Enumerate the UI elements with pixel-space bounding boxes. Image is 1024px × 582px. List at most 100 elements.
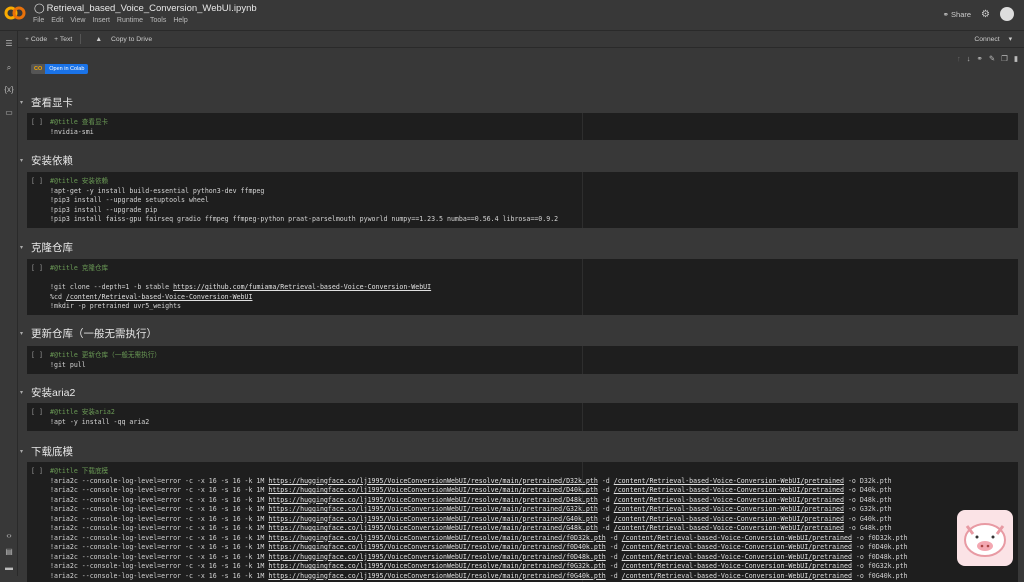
copy-to-drive-button[interactable]: ▲ Copy to Drive (88, 36, 152, 43)
menu-edit[interactable]: Edit (51, 17, 63, 24)
run-cell-button[interactable]: [ ] (31, 264, 43, 272)
code-cell[interactable]: [ ] #@title 更新仓库（一般无需执行） !git pull (27, 346, 1018, 374)
code-link[interactable]: https://huggingface.co/lj1995/VoiceConve… (268, 477, 598, 485)
code-text: !aria2c --console-log-level=error -c -x … (50, 552, 269, 561)
code-link[interactable]: https://huggingface.co/lj1995/VoiceConve… (268, 524, 598, 532)
run-cell-button[interactable]: [ ] (31, 177, 43, 185)
code-editor[interactable]: #@title 更新仓库（一般无需执行） !git pull (50, 351, 161, 370)
pig-mascot-sticker (957, 510, 1013, 566)
share-button[interactable]: ⚭ Share (943, 10, 971, 19)
code-link[interactable]: /content/Retrieval-based-Voice-Conversio… (622, 553, 852, 561)
code-text: !mkdir -p pretrained uvr5_weights (50, 302, 182, 310)
code-link[interactable]: /content/Retrieval-based-Voice-Conversio… (66, 293, 253, 301)
settings-gear-icon[interactable]: ⚙ (981, 9, 990, 20)
toc-icon[interactable]: ☰ (4, 39, 14, 49)
section-heading[interactable]: ▾ 下载底模 (20, 444, 73, 459)
code-link[interactable]: /content/Retrieval-based-Voice-Conversio… (622, 543, 852, 551)
variables-icon[interactable]: {x} (4, 85, 14, 95)
collapse-triangle-icon[interactable]: ▾ (20, 389, 31, 396)
collapse-triangle-icon[interactable]: ▾ (20, 330, 31, 337)
run-cell-button[interactable]: [ ] (31, 351, 43, 359)
move-up-icon[interactable]: ↑ (957, 54, 961, 63)
drive-icon: ▲ (95, 35, 104, 43)
link-icon: ⚭ (942, 9, 952, 19)
code-line: !aria2c --console-log-level=error -c -x … (50, 533, 908, 542)
menu-help[interactable]: Help (173, 17, 187, 24)
section-heading[interactable]: ▾ 克隆仓库 (20, 240, 73, 255)
code-line: !aria2c --console-log-level=error -c -x … (50, 543, 908, 551)
code-link[interactable]: https://huggingface.co/lj1995/VoiceConve… (268, 553, 605, 561)
collapse-triangle-icon[interactable]: ▾ (20, 448, 31, 455)
url-file: f0D32k.pth (566, 533, 606, 542)
run-cell-button[interactable]: [ ] (31, 408, 43, 416)
code-editor[interactable]: #@title 克隆仓库 !git clone --depth=1 -b stab… (50, 264, 431, 312)
code-text: %cd (50, 292, 66, 301)
code-link[interactable]: https://huggingface.co/lj1995/VoiceConve… (268, 562, 605, 570)
code-link[interactable]: https://huggingface.co/lj1995/VoiceConve… (268, 486, 598, 494)
code-link[interactable]: /content/Retrieval-based-Voice-Conversio… (622, 534, 852, 542)
delete-icon[interactable]: ▮ (1014, 54, 1018, 63)
collapse-triangle-icon[interactable]: ▾ (20, 157, 31, 164)
avatar[interactable] (1000, 7, 1014, 21)
code-line: !git pull (50, 361, 161, 371)
move-down-icon[interactable]: ↓ (967, 54, 971, 63)
collapse-triangle-icon[interactable]: ▾ (20, 99, 31, 106)
code-link[interactable]: /content/Retrieval-based-Voice-Conversio… (614, 524, 844, 532)
menu-file[interactable]: File (33, 17, 44, 24)
code-link[interactable]: /content/Retrieval-based-Voice-Conversio… (614, 515, 844, 523)
section-heading[interactable]: ▾ 更新仓库（一般无需执行） (20, 326, 157, 341)
run-cell-button[interactable]: [ ] (31, 118, 43, 126)
edit-pencil-icon[interactable]: ✎ (989, 54, 995, 63)
menu-runtime[interactable]: Runtime (117, 17, 143, 24)
search-icon[interactable]: ⌕ (4, 63, 14, 73)
section-heading-text: 下载底模 (31, 446, 73, 458)
code-cell[interactable]: [ ] #@title 克隆仓库 !git clone --depth=1 -b s… (27, 259, 1018, 315)
code-link[interactable]: /content/Retrieval-based-Voice-Conversio… (614, 496, 844, 504)
code-text: #@title 查看显卡 (50, 118, 109, 126)
code-link[interactable]: /content/Retrieval-based-Voice-Conversio… (614, 505, 844, 513)
code-editor[interactable]: #@title 查看显卡 !nvidia-smi (50, 118, 108, 137)
code-editor[interactable]: #@title 安装依赖 !apt-get -y install build-es… (50, 177, 558, 225)
open-in-colab-badge[interactable]: CO Open in Colab (31, 64, 89, 74)
code-link[interactable]: /content/Retrieval-based-Voice-Conversio… (622, 562, 852, 570)
code-link[interactable]: /content/Retrieval-based-Voice-Conversio… (614, 477, 844, 485)
run-cell-button[interactable]: [ ] (31, 467, 43, 475)
code-link[interactable]: https://github.com/fumiama/Retrieval-bas… (173, 283, 431, 291)
code-editor[interactable]: #@title 安装aria2 !apt -y install -qq aria2 (50, 408, 149, 427)
code-text: !nvidia-smi (50, 127, 94, 136)
command-palette-icon[interactable]: ▤ (4, 547, 14, 557)
collapse-triangle-icon[interactable]: ▾ (20, 244, 31, 251)
code-link[interactable]: /content/Retrieval-based-Voice-Conversio… (614, 486, 844, 494)
code-text: #@title 下载底模 (50, 467, 109, 475)
link-icon[interactable]: ⚭ (977, 54, 983, 63)
menu-insert[interactable]: Insert (92, 17, 110, 24)
section-heading[interactable]: ▾ 安装依赖 (20, 153, 73, 168)
output-filename: f0D32k.pth (867, 533, 908, 542)
code-link[interactable]: https://huggingface.co/lj1995/VoiceConve… (268, 534, 605, 542)
section-heading[interactable]: ▾ 查看显卡 (20, 95, 73, 110)
add-code-button[interactable]: + Code (25, 36, 47, 43)
code-line: !git clone --depth=1 -b stable https://g… (50, 283, 431, 293)
files-folder-icon[interactable]: ▭ (4, 108, 14, 118)
menu-tools[interactable]: Tools (150, 17, 166, 24)
colab-logo[interactable] (4, 5, 26, 21)
code-link[interactable]: https://huggingface.co/lj1995/VoiceConve… (268, 543, 605, 551)
copy-icon[interactable]: ❐ (1001, 54, 1008, 63)
code-text: !pip3 install faiss-gpu fairseq gradio f… (50, 215, 559, 223)
notebook-title[interactable]: ◯ Retrieval_based_Voice_Conversion_WebUI.… (34, 3, 257, 14)
code-link[interactable]: https://huggingface.co/lj1995/VoiceConve… (268, 505, 598, 513)
menu-view[interactable]: View (70, 17, 85, 24)
code-link[interactable]: https://huggingface.co/lj1995/VoiceConve… (268, 496, 598, 504)
code-cell[interactable]: [ ] #@title 查看显卡 !nvidia-smi (27, 113, 1018, 140)
section-heading[interactable]: ▾ 安装aria2 (20, 385, 75, 400)
add-text-button[interactable]: + Text (54, 36, 72, 43)
code-link[interactable]: https://huggingface.co/lj1995/VoiceConve… (268, 515, 598, 523)
code-snippets-icon[interactable]: ‹› (4, 531, 14, 541)
code-cell[interactable]: [ ] #@title 安装依赖 !apt-get -y install build… (27, 172, 1018, 228)
terminal-icon[interactable]: ▬ (4, 563, 14, 573)
connect-button[interactable]: Connect ▾ (967, 35, 1012, 43)
code-cell[interactable]: [ ] #@title 安装aria2 !apt -y install -qq ar… (27, 403, 1018, 431)
code-cell[interactable]: [ ] #@title 下载底模 !aria2c --console-log-lev… (27, 462, 1018, 582)
code-text: !apt -y install -qq aria2 (50, 417, 150, 426)
code-editor[interactable]: #@title 下载底模 !aria2c --console-log-level=… (50, 467, 908, 581)
